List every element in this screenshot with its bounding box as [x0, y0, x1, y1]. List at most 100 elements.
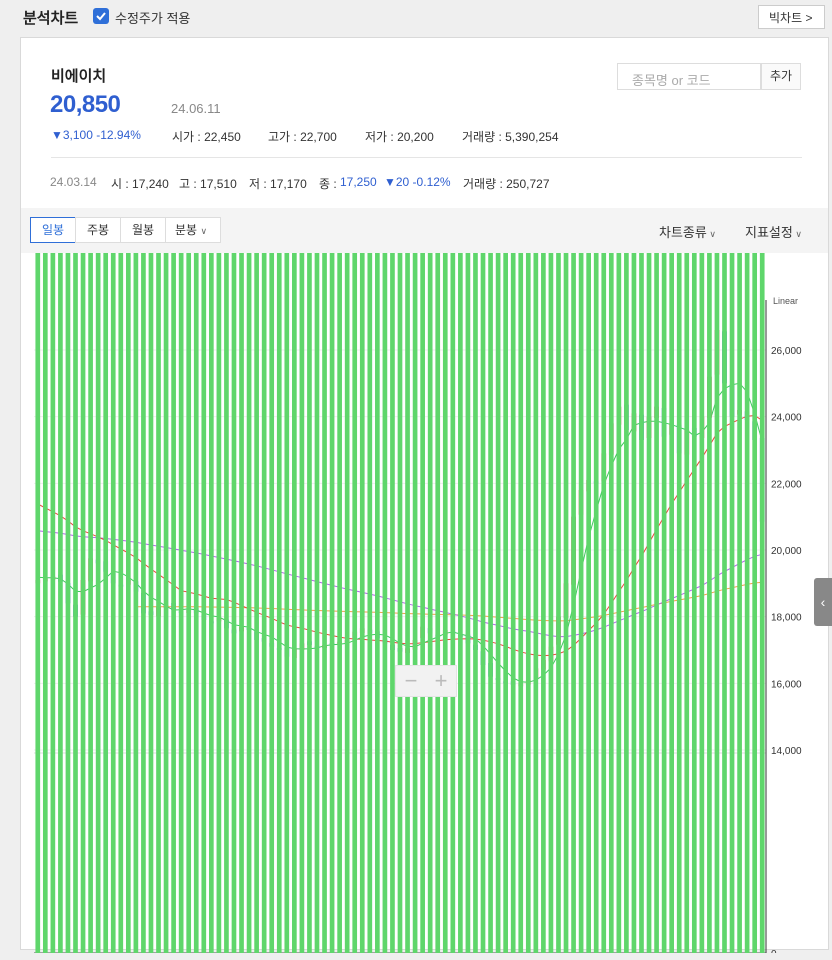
- price-tick-label: 20,000: [771, 546, 802, 557]
- history-volume: 거래량 : 250,727: [463, 177, 550, 191]
- volume-bar: [669, 253, 675, 953]
- volume-bar: [442, 253, 448, 953]
- zoom-in-button[interactable]: +: [426, 666, 456, 696]
- tab-weekly[interactable]: 주봉: [75, 217, 121, 243]
- volume-bar: [473, 253, 478, 953]
- volume-bar: [322, 253, 327, 953]
- volume-bar: [58, 253, 63, 953]
- volume-bar: [276, 253, 282, 953]
- stock-search-input[interactable]: 종목명 or 코드: [617, 63, 761, 90]
- volume-bar: [352, 253, 358, 953]
- volume-bar: [412, 253, 418, 953]
- volume-bar: [510, 253, 516, 953]
- volume-bar: [231, 253, 237, 953]
- low-price: 저가 : 20,200: [365, 130, 434, 144]
- volume-bar: [631, 253, 637, 953]
- volume-bar: [405, 253, 410, 953]
- volume-bar: [548, 253, 554, 953]
- volume-bar: [737, 253, 742, 953]
- chart-type-menu[interactable]: 차트종류 ∨: [659, 222, 716, 241]
- chevron-down-icon: ∨: [706, 229, 716, 239]
- chevron-left-icon: ‹: [820, 594, 826, 610]
- adjusted-price-label[interactable]: 수정주가 적용: [115, 8, 190, 27]
- tab-minute-label: 분봉: [175, 223, 198, 237]
- chart-panel: 비에이치 20,850 24.06.11 ▼3,100 -12.94% 시가 :…: [20, 37, 829, 953]
- volume-bar: [307, 253, 312, 953]
- volume-bar: [103, 253, 109, 953]
- volume-bar: [216, 253, 222, 953]
- price-tick-label: 18,000: [771, 613, 802, 624]
- volume-bar: [533, 253, 539, 953]
- volume-bar: [375, 253, 380, 953]
- page-title: 분석차트: [23, 10, 79, 27]
- volume-bar: [684, 253, 690, 953]
- volume-bar: [707, 253, 712, 953]
- volume-bar: [65, 253, 71, 953]
- volume-bar: [654, 253, 659, 953]
- collapse-panel-button[interactable]: ‹: [814, 578, 832, 626]
- volume-bar: [171, 253, 176, 953]
- volume-bar: [608, 253, 614, 953]
- check-icon: [96, 12, 106, 21]
- volume-bar: [556, 253, 561, 953]
- price-tick-label: 26,000: [771, 346, 802, 357]
- volume-bar: [518, 253, 524, 953]
- volume-bar: [35, 253, 41, 953]
- volume-bar: [646, 253, 652, 953]
- volume-bar: [571, 253, 576, 953]
- volume-bar: [163, 253, 169, 953]
- price-tick-label: 16,000: [771, 679, 802, 690]
- volume-bar: [525, 253, 531, 953]
- volume-bar: [50, 253, 56, 953]
- volume-bar: [541, 253, 546, 953]
- volume-bar: [148, 253, 154, 953]
- volume-bar: [676, 253, 682, 953]
- volume-bar: [314, 253, 320, 953]
- volume-bar: [420, 253, 425, 953]
- volume-bar: [752, 253, 758, 953]
- volume-bar: [156, 253, 161, 953]
- volume-bar: [118, 253, 124, 953]
- history-close: 17,250: [340, 175, 377, 189]
- big-chart-button[interactable]: 빅차트 >: [758, 5, 825, 29]
- volume-bar: [714, 253, 720, 953]
- volume-bar: [133, 253, 139, 953]
- high-price: 고가 : 22,700: [268, 130, 337, 144]
- volume-bar: [269, 253, 275, 953]
- volume-bar: [186, 253, 192, 953]
- add-button[interactable]: 추가: [761, 63, 801, 90]
- volume-bar: [261, 253, 267, 953]
- volume-bar: [563, 253, 569, 953]
- volume-bar: [435, 253, 441, 953]
- volume-bar: [224, 253, 229, 953]
- tab-daily[interactable]: 일봉: [30, 217, 76, 243]
- chevron-down-icon: ∨: [200, 226, 208, 236]
- history-open: 시 : 17,240: [111, 177, 169, 191]
- adjusted-price-checkbox[interactable]: [93, 8, 109, 24]
- indicator-label: 지표설정: [745, 225, 793, 240]
- chart-type-label: 차트종류: [659, 225, 707, 240]
- volume-bar: [450, 253, 456, 953]
- volume-bar: [299, 253, 305, 953]
- volume-bar: [480, 253, 486, 953]
- current-price: 20,850: [50, 91, 121, 118]
- volume-bar: [246, 253, 252, 953]
- volume-bar: [88, 253, 93, 953]
- volume-bar: [601, 253, 607, 953]
- volume-bar: [699, 253, 705, 953]
- stock-name: 비에이치: [51, 68, 107, 85]
- volume-bar: [344, 253, 350, 953]
- volume-bar: [759, 253, 765, 953]
- tab-monthly[interactable]: 월봉: [120, 217, 166, 243]
- indicator-settings-menu[interactable]: 지표설정 ∨: [745, 222, 802, 241]
- top-bar: 분석차트 수정주가 적용 빅차트 >: [0, 0, 832, 32]
- volume-bar: [691, 253, 697, 953]
- volume-bar: [624, 253, 629, 953]
- history-date: 24.03.14: [50, 175, 97, 189]
- price-tick-label: 24,000: [771, 413, 802, 424]
- history-low: 저 : 17,170: [249, 177, 307, 191]
- volume-bar: [593, 253, 599, 953]
- tab-minute[interactable]: 분봉 ∨: [165, 217, 221, 243]
- volume-bar: [744, 253, 750, 953]
- zoom-out-button[interactable]: −: [396, 666, 426, 696]
